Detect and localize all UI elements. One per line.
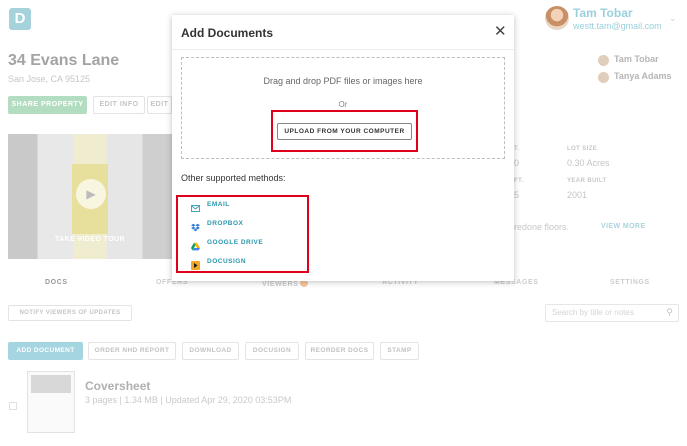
avatar <box>598 72 609 83</box>
dropbox-icon <box>191 219 200 231</box>
email-method[interactable]: EMAIL <box>191 198 230 212</box>
docusign-method[interactable]: DOCUSIGN <box>191 255 247 270</box>
profile-name[interactable]: Tam Tobar <box>573 6 633 20</box>
method-label: GOOGLE DRIVE <box>207 238 264 246</box>
document-meta: 3 pages | 1.34 MB | Updated Apr 29, 2020… <box>85 395 292 405</box>
app-logo[interactable]: D <box>9 8 31 30</box>
docusign-icon <box>191 257 200 270</box>
spec-value: 0 <box>514 158 520 168</box>
edit-info-button[interactable]: EDIT INFO <box>93 96 145 114</box>
dialog-divider <box>172 49 514 50</box>
lot-size-value: 0.30 Acres <box>567 158 610 168</box>
video-tour-thumbnail[interactable]: ▶ TAKE VIDEO TOUR <box>8 134 172 259</box>
google-drive-icon <box>191 238 200 250</box>
method-label: DROPBOX <box>207 219 244 227</box>
video-caption: TAKE VIDEO TOUR <box>55 236 125 243</box>
order-nhd-report-button[interactable]: ORDER NHD REPORT <box>88 342 176 360</box>
lot-size-label: LOT SIZE <box>567 146 598 152</box>
play-icon[interactable]: ▶ <box>76 179 106 209</box>
tab-docs[interactable]: DOCS <box>45 279 68 286</box>
download-button[interactable]: DOWNLOAD <box>182 342 239 360</box>
docusign-button[interactable]: DOCUSIGN <box>245 342 299 360</box>
view-more-link[interactable]: VIEW MORE <box>601 223 645 230</box>
google-drive-method[interactable]: GOOGLE DRIVE <box>191 236 264 250</box>
tab-label: VIEWERS <box>262 281 299 288</box>
email-icon <box>191 200 200 212</box>
search-icon[interactable]: ⚲ <box>666 307 673 318</box>
property-address: San Jose, CA 95125 <box>8 74 91 84</box>
method-label: DOCUSIGN <box>207 257 247 265</box>
dropbox-method[interactable]: DROPBOX <box>191 217 244 231</box>
search-input[interactable]: Search by title or notes ⚲ <box>545 304 679 322</box>
profile-email: westt.tam@gmail.com <box>573 21 662 31</box>
page-title: 34 Evans Lane <box>8 52 120 69</box>
spec-value: 5 <box>514 190 520 200</box>
search-placeholder: Search by title or notes <box>552 308 634 317</box>
stamp-button[interactable]: STAMP <box>380 342 419 360</box>
spec-label: T. <box>514 146 520 152</box>
year-built-value: 2001 <box>567 190 588 200</box>
tab-settings[interactable]: SETTINGS <box>610 279 650 286</box>
edit-button[interactable]: EDIT <box>147 96 172 114</box>
reorder-docs-button[interactable]: REORDER DOCS <box>305 342 374 360</box>
description-snippet: redone floors. <box>514 222 570 232</box>
avatar[interactable] <box>545 6 569 30</box>
or-separator: Or <box>338 100 348 109</box>
spec-label: FT. <box>514 178 524 184</box>
other-methods-label: Other supported methods: <box>181 173 286 183</box>
year-built-label: YEAR BUILT <box>567 178 607 184</box>
add-document-button[interactable]: ADD DOCUMENT <box>8 342 83 360</box>
add-documents-dialog: Add Documents ✕ Drag and drop PDF files … <box>172 15 514 281</box>
share-property-button[interactable]: SHARE PROPERTY <box>8 96 87 114</box>
thumbnail-image <box>31 375 71 393</box>
document-title[interactable]: Coversheet <box>85 379 150 393</box>
shared-user-name: Tanya Adams <box>614 71 672 81</box>
highlight-box <box>271 110 418 152</box>
dialog-title: Add Documents <box>181 26 274 40</box>
method-label: EMAIL <box>207 200 230 208</box>
notify-viewers-button[interactable]: NOTIFY VIEWERS OF UPDATES <box>8 305 132 321</box>
document-checkbox[interactable] <box>9 402 17 410</box>
document-thumbnail[interactable] <box>27 371 75 433</box>
close-icon[interactable]: ✕ <box>494 24 507 39</box>
shared-user-name: Tam Tobar <box>614 54 659 64</box>
drop-instructions: Drag and drop PDF files or images here <box>263 76 423 86</box>
avatar <box>598 55 609 66</box>
chevron-down-icon[interactable]: ⌄ <box>669 13 677 24</box>
